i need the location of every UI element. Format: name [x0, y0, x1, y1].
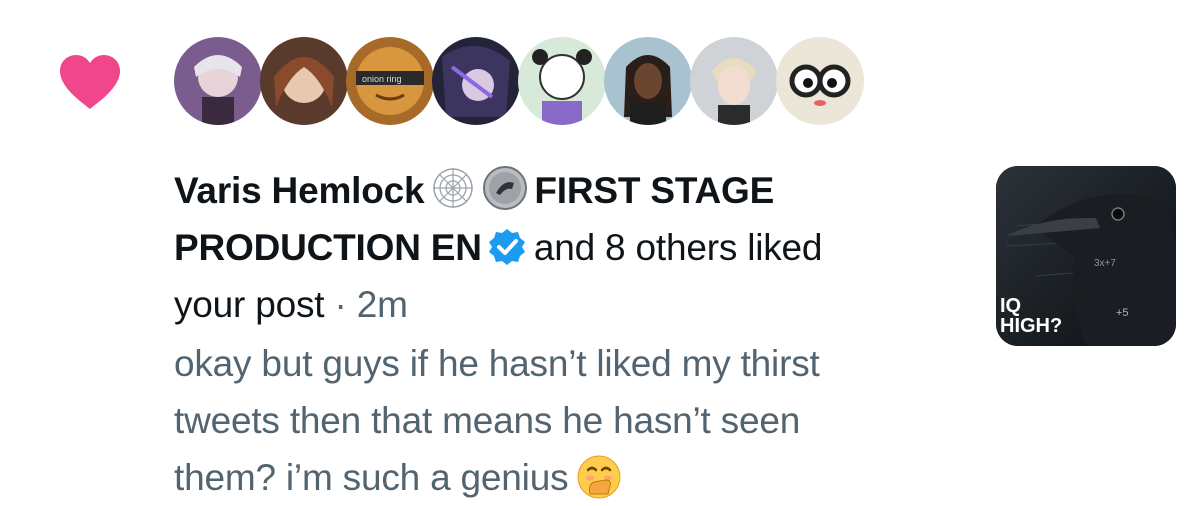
post-excerpt[interactable]: okay but guys if he hasn’t liked my thir… [174, 335, 944, 506]
user-name-varis[interactable]: Varis Hemlock [174, 170, 425, 211]
liker-line-2: PRODUCTION EN and 8 others liked [174, 219, 944, 276]
post-line: okay but guys if he hasn’t liked my thir… [174, 343, 820, 384]
thumbnail-caption: IQ HIGH? [1000, 295, 1063, 337]
post-line: tweets then that means he hasn’t seen [174, 400, 801, 441]
heart-icon [60, 55, 120, 109]
svg-text:onion ring: onion ring [362, 74, 402, 84]
post-line-text: them? i’m such a genius [174, 457, 569, 498]
avatar[interactable] [690, 37, 778, 125]
avatar[interactable] [260, 37, 348, 125]
avatar[interactable] [174, 37, 262, 125]
post-line: them? i’m such a genius [174, 449, 944, 506]
liked-text-end: your post [174, 284, 325, 325]
avatar[interactable]: onion ring [346, 37, 434, 125]
avatar[interactable] [604, 37, 692, 125]
notification-text: Varis Hemlock FIRST STAGE PRODUCTION EN … [174, 162, 944, 506]
hand-over-mouth-emoji-icon [577, 455, 621, 499]
post-thumbnail[interactable]: 3x+7 +5 IQ HIGH? [996, 166, 1176, 346]
liked-text: and 8 others liked [533, 227, 823, 268]
verified-badge-icon [488, 229, 525, 265]
spiderweb-icon [433, 168, 474, 208]
svg-text:3x+7: 3x+7 [1094, 258, 1116, 269]
svg-text:+5: +5 [1116, 307, 1129, 319]
avatar[interactable] [776, 37, 864, 125]
avatar[interactable] [518, 37, 606, 125]
coin-badge-icon [483, 166, 528, 210]
user-name-first-stage[interactable]: FIRST STAGE [534, 170, 774, 211]
timestamp: · 2m [334, 284, 408, 325]
user-name-production-en[interactable]: PRODUCTION EN [174, 227, 482, 268]
liker-avatars: onion ring [174, 37, 864, 129]
liker-line-1: Varis Hemlock FIRST STAGE [174, 162, 944, 219]
liker-line-3: your post · 2m [174, 276, 944, 333]
avatar[interactable] [432, 37, 520, 125]
